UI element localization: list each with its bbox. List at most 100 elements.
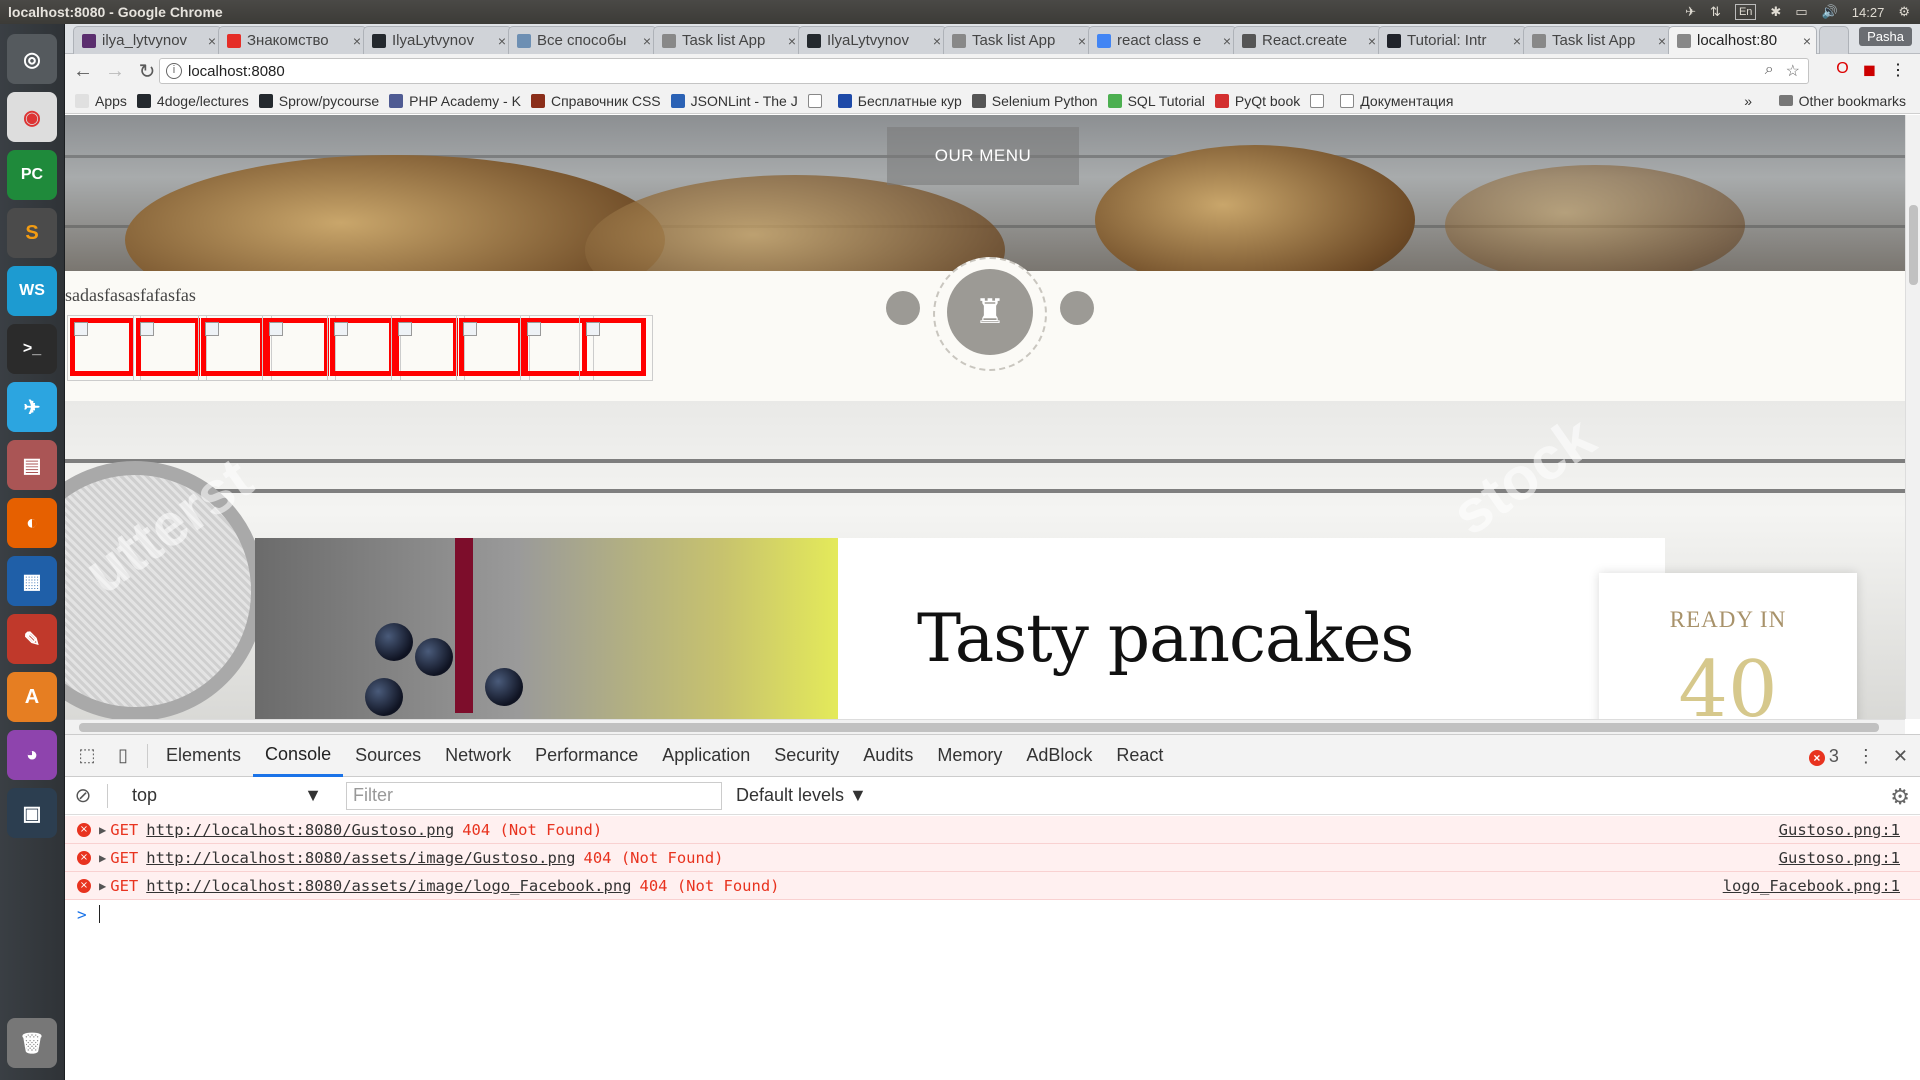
writer-icon[interactable]: ▦ — [7, 556, 57, 606]
devtools-tab-memory[interactable]: Memory — [925, 735, 1014, 777]
devtools-tab-performance[interactable]: Performance — [523, 735, 650, 777]
browser-tab[interactable]: Task list App × — [943, 26, 1092, 54]
device-toolbar-icon[interactable]: ▯ — [105, 738, 141, 774]
expand-arrow-icon[interactable]: ▶ — [99, 851, 106, 865]
clear-console-icon[interactable]: ⊘ — [65, 778, 101, 814]
browser-tab[interactable]: Task list App × — [653, 26, 802, 54]
filter-input[interactable]: Filter — [346, 781, 722, 810]
back-button[interactable]: ← — [69, 57, 97, 85]
extension-icon[interactable]: ◼ — [1863, 60, 1876, 80]
log-source-link[interactable]: logo_Facebook.png:1 — [1723, 877, 1900, 895]
bookmark-item[interactable]: PHP Academy - K — [389, 93, 521, 109]
devtools-tab-security[interactable]: Security — [762, 735, 851, 777]
log-url[interactable]: http://localhost:8080/assets/image/Gusto… — [146, 849, 575, 867]
console-error-row[interactable]: × ▶ GET http://localhost:8080/assets/image/… — [65, 872, 1920, 900]
keyboard-layout-indicator[interactable]: En — [1734, 4, 1757, 20]
reload-button[interactable]: ↻ — [133, 57, 161, 85]
bookmark-item[interactable]: Apps — [75, 93, 127, 109]
clock[interactable]: 14:27 — [1852, 5, 1885, 20]
browser-tab[interactable]: ilya_lytvynov × — [73, 26, 222, 54]
close-icon[interactable]: ✕ — [1893, 746, 1908, 767]
console-error-row[interactable]: × ▶ GET http://localhost:8080/assets/image/… — [65, 844, 1920, 872]
error-counter[interactable]: × 3 — [1808, 746, 1839, 767]
bookmark-item[interactable]: Selenium Python — [971, 93, 1098, 109]
volume-icon[interactable]: 🔊 — [1822, 4, 1838, 20]
browser-tab[interactable]: Знакомство × — [218, 26, 367, 54]
log-url[interactable]: http://localhost:8080/assets/image/logo_… — [146, 877, 631, 895]
sublime-icon[interactable]: S — [7, 208, 57, 258]
inspect-icon[interactable]: ⬚ — [69, 738, 105, 774]
software-center-icon[interactable]: A — [7, 672, 57, 722]
browser-tab[interactable]: Все способы × — [508, 26, 657, 54]
devtools-tab-sources[interactable]: Sources — [343, 735, 433, 777]
devtools-tab-audits[interactable]: Audits — [851, 735, 925, 777]
expand-arrow-icon[interactable]: ▶ — [99, 823, 106, 837]
info-icon[interactable]: i — [166, 63, 182, 79]
address-text[interactable]: localhost:8080 — [188, 63, 285, 80]
browser-tab[interactable]: react class e × — [1088, 26, 1237, 54]
bookmark-item[interactable] — [807, 93, 828, 108]
bookmark-item[interactable]: PyQt book — [1214, 93, 1300, 109]
bookmark-item[interactable]: Справочник CSS — [530, 93, 661, 109]
log-url[interactable]: http://localhost:8080/Gustoso.png — [146, 821, 454, 839]
files-icon[interactable]: ▤ — [7, 440, 57, 490]
chrome-icon[interactable]: ◉ — [7, 92, 57, 142]
browser-tab[interactable]: IlyaLytvynov × — [363, 26, 512, 54]
network-icon[interactable]: ⇅ — [1710, 4, 1721, 20]
profile-button[interactable]: Pasha — [1859, 27, 1912, 46]
devtools-tab-console[interactable]: Console — [253, 735, 344, 777]
other-bookmarks[interactable]: Other bookmarks — [1778, 93, 1906, 109]
browser-tab[interactable]: React.create × — [1233, 26, 1382, 54]
bookmark-item[interactable]: 4doge/lectures — [136, 93, 249, 109]
webstorm-icon[interactable]: WS — [7, 266, 57, 316]
console-error-row[interactable]: × ▶ GET http://localhost:8080/Gustoso.png 40… — [65, 816, 1920, 844]
settings-icon[interactable]: ✎ — [7, 614, 57, 664]
devtools-tab-network[interactable]: Network — [433, 735, 523, 777]
our-menu-button[interactable]: OUR MENU — [887, 127, 1079, 185]
devtools-tab-elements[interactable]: Elements — [154, 735, 253, 777]
terminal-icon[interactable]: >_ — [7, 324, 57, 374]
settings-gear-icon[interactable]: ⚙ — [1890, 784, 1910, 810]
menu-icon[interactable]: ⋮ — [1890, 60, 1906, 80]
bookmark-item[interactable]: Документация — [1340, 93, 1453, 109]
browser-tab[interactable]: IlyaLytvynov × — [798, 26, 947, 54]
telegram-icon[interactable]: ✈ — [7, 382, 57, 432]
context-select[interactable]: top ▼ — [122, 785, 332, 806]
color-picker-icon[interactable]: ◕ — [7, 730, 57, 780]
bookmark-item[interactable]: SQL Tutorial — [1107, 93, 1205, 109]
trash-icon[interactable]: 🗑 — [7, 1018, 57, 1068]
log-source-link[interactable]: Gustoso.png:1 — [1779, 849, 1900, 867]
log-source-link[interactable]: Gustoso.png:1 — [1779, 821, 1900, 839]
zoom-icon[interactable]: ⌕ — [1765, 61, 1774, 81]
expand-arrow-icon[interactable]: ▶ — [99, 879, 106, 893]
devtools-tab-react[interactable]: React — [1104, 735, 1175, 777]
vertical-scrollbar[interactable] — [1905, 115, 1920, 719]
log-levels-select[interactable]: Default levels ▼ — [736, 785, 867, 806]
pycharm-icon[interactable]: PC — [7, 150, 57, 200]
bookmark-item[interactable] — [1310, 93, 1330, 108]
bookmark-star-icon[interactable]: ☆ — [1786, 61, 1800, 81]
new-tab-button[interactable] — [1819, 26, 1849, 54]
more-icon[interactable]: ⋮ — [1857, 746, 1875, 767]
bookmark-item[interactable]: JSONLint - The J — [670, 93, 798, 109]
browser-tab[interactable]: Task list App × — [1523, 26, 1672, 54]
battery-icon[interactable]: ▭ — [1795, 4, 1807, 20]
browser-tab[interactable]: Tutorial: Intr × — [1378, 26, 1527, 54]
devtools-tab-application[interactable]: Application — [650, 735, 762, 777]
browser-tab[interactable]: localhost:80 × — [1668, 26, 1817, 54]
virtualbox-icon[interactable]: ▣ — [7, 788, 57, 838]
bookmark-item[interactable]: Бесплатные кур — [837, 93, 962, 109]
ubuntu-icon[interactable]: ◎ — [7, 34, 57, 84]
bluetooth-icon[interactable]: ✱ — [1770, 4, 1781, 20]
console-prompt[interactable]: > — [65, 900, 1920, 928]
devtools-tab-adblock[interactable]: AdBlock — [1014, 735, 1104, 777]
opera-icon[interactable]: O — [1836, 60, 1848, 80]
tab-close-icon[interactable]: × — [1798, 33, 1816, 49]
telegram-tray-icon[interactable]: ✈ — [1685, 4, 1696, 20]
gear-icon[interactable]: ⚙ — [1898, 4, 1910, 20]
firefox-icon[interactable]: ◐ — [7, 498, 57, 548]
bookmark-item[interactable]: Sprow/pycourse — [258, 93, 379, 109]
horizontal-scrollbar[interactable] — [65, 719, 1905, 734]
address-bar[interactable]: i localhost:8080 ⌕ ☆ — [159, 58, 1809, 84]
forward-button[interactable]: → — [101, 57, 129, 85]
